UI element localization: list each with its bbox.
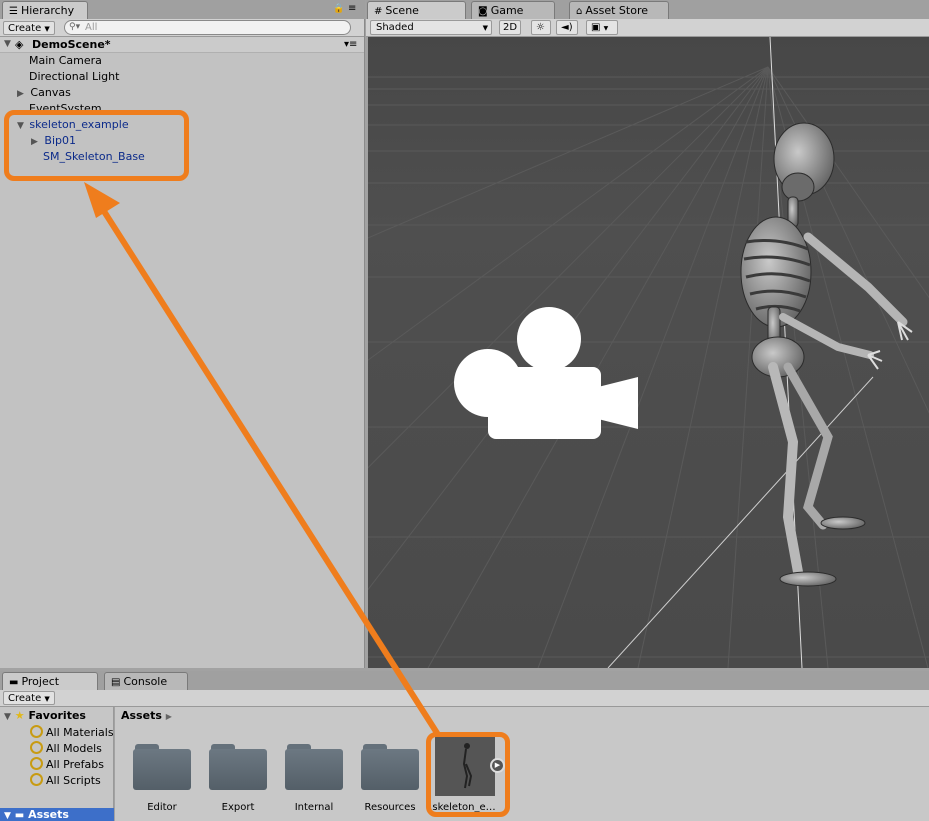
speaker-icon: ◄) (561, 22, 573, 33)
collapse-arrow-icon[interactable]: ▼ (4, 811, 11, 821)
project-tabstrip: ▬ Project ▤ Console (0, 671, 929, 690)
asset-label: Export (221, 802, 255, 813)
panel-menu-icon[interactable]: ≡ (348, 3, 356, 14)
asset-folder-internal[interactable] (285, 744, 343, 790)
2d-toggle[interactable]: 2D (499, 20, 521, 35)
asset-folder-export[interactable] (209, 744, 267, 790)
hierarchy-item-directional-light[interactable]: Directional Light (29, 69, 119, 85)
tab-console[interactable]: ▤ Console (104, 672, 188, 690)
favorite-all-prefabs[interactable]: All Prefabs (30, 757, 104, 771)
search-icon: ⚲▾ (69, 22, 81, 32)
grid-icon: # (374, 6, 383, 17)
star-icon: ★ (14, 709, 25, 722)
store-icon: ⌂ (576, 6, 583, 17)
scene-render (368, 37, 929, 668)
image-icon: ▣ (591, 22, 601, 33)
shading-mode-dropdown[interactable]: Shaded ▼ (370, 20, 492, 35)
scene-name: DemoScene* (32, 38, 111, 51)
scene-toolbar: Shaded ▼ 2D ☼ ◄) ▣ ▼ (366, 19, 929, 37)
tab-game[interactable]: ◙ Game (471, 1, 555, 19)
dropdown-arrow-icon: ▼ (44, 25, 50, 33)
assets-folder-item[interactable]: ▼ ▬ Assets (0, 808, 114, 821)
project-create-button[interactable]: Create ▼ (3, 691, 55, 705)
tab-hierarchy[interactable]: ☰ Hierarchy (2, 1, 88, 19)
hierarchy-search-input[interactable]: ⚲▾ All (64, 20, 351, 35)
favorite-all-models[interactable]: All Models (30, 741, 102, 755)
tab-project[interactable]: ▬ Project (2, 672, 98, 690)
effects-dropdown[interactable]: ▣ ▼ (586, 20, 618, 35)
hierarchy-create-button[interactable]: Create ▼ (3, 21, 55, 35)
highlight-box-hierarchy (4, 110, 189, 181)
folder-icon (361, 749, 419, 790)
lighting-toggle[interactable]: ☼ (531, 20, 551, 35)
tab-scene[interactable]: # Scene (367, 1, 466, 19)
search-icon (30, 725, 43, 738)
unity-editor: ☰ Hierarchy 🔒 ≡ Create ▼ ⚲▾ All ▼ ◈ DemoS… (0, 0, 929, 821)
search-icon (30, 773, 43, 786)
scene-header[interactable]: ▼ ◈ DemoScene* ▾≡ (0, 37, 364, 53)
project-toolbar: Create ▼ (0, 690, 929, 707)
asset-label: Editor (147, 802, 177, 813)
hierarchy-item-main-camera[interactable]: Main Camera (29, 53, 102, 69)
highlight-box-asset (426, 732, 510, 817)
breadcrumb[interactable]: Assets ▶ (121, 709, 172, 722)
scene-viewport[interactable] (368, 37, 929, 668)
asset-label: Resources (364, 802, 416, 813)
folder-icon: ▬ (14, 810, 25, 821)
expand-arrow-icon[interactable]: ▼ (4, 37, 11, 52)
favorite-all-materials[interactable]: All Materials (30, 725, 114, 739)
search-icon (30, 757, 43, 770)
list-icon: ☰ (9, 6, 18, 17)
sun-icon: ☼ (536, 22, 545, 33)
game-icon: ◙ (478, 6, 488, 17)
lock-icon[interactable]: 🔒 (333, 4, 344, 14)
favorites-header[interactable]: ▼ ★ Favorites (4, 709, 86, 722)
hierarchy-item-canvas[interactable]: ▶ Canvas (17, 85, 71, 101)
folder-icon (209, 749, 267, 790)
asset-folder-resources[interactable] (361, 744, 419, 790)
folder-icon (285, 749, 343, 790)
search-icon (30, 741, 43, 754)
dropdown-arrow-icon: ▼ (482, 24, 488, 32)
dropdown-arrow-icon: ▼ (603, 25, 609, 32)
favorite-all-scripts[interactable]: All Scripts (30, 773, 101, 787)
unity-logo-icon: ◈ (15, 38, 24, 51)
project-assets-view: Assets ▶ Editor Export Internal Resource… (115, 707, 929, 821)
scene-tabstrip: # Scene ◙ Game ⌂ Asset Store (366, 0, 929, 19)
scene-menu-icon[interactable]: ▾≡ (344, 37, 357, 52)
tab-asset-store[interactable]: ⌂ Asset Store (569, 1, 669, 19)
folder-icon (133, 749, 191, 790)
asset-folder-editor[interactable] (133, 744, 191, 790)
dropdown-arrow-icon: ▼ (44, 695, 50, 703)
project-sidebar: ▼ ★ Favorites All Materials All Models A… (0, 707, 114, 821)
console-icon: ▤ (111, 677, 121, 688)
folder-icon: ▬ (9, 677, 19, 688)
hierarchy-toolbar: Create ▼ ⚲▾ All (0, 19, 364, 37)
asset-label: Internal (294, 802, 334, 813)
hierarchy-tabstrip: ☰ Hierarchy 🔒 ≡ (0, 0, 365, 19)
collapse-arrow-icon[interactable]: ▼ (4, 712, 11, 722)
chevron-right-icon: ▶ (165, 712, 172, 721)
expand-arrow-icon[interactable]: ▶ (17, 89, 24, 99)
audio-toggle[interactable]: ◄) (556, 20, 578, 35)
